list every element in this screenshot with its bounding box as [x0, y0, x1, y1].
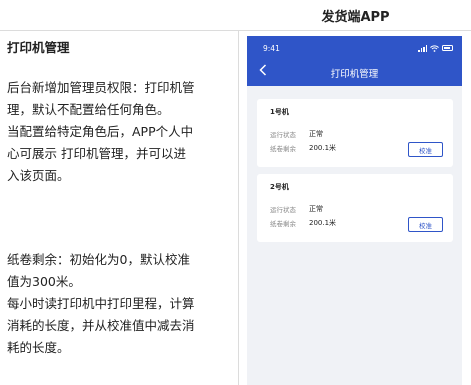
paper-label: 纸卷剩余	[270, 220, 296, 228]
printer-name: 2号机	[270, 183, 289, 191]
status-bar: 9:41	[247, 36, 462, 60]
status-row: 运行状态 正常	[270, 202, 445, 216]
printer-card: 2号机 运行状态 正常 纸卷剩余 200.1米 校准	[257, 174, 453, 242]
spec-line: 理，默认不配置给任何角色。	[7, 102, 170, 117]
paper-value: 200.1米	[309, 219, 337, 227]
page-title: 打印机管理	[330, 69, 379, 80]
paper-value: 200.1米	[309, 144, 337, 152]
column-divider	[238, 30, 239, 385]
status-value: 正常	[309, 130, 323, 138]
calibrate-button[interactable]: 校准	[408, 142, 443, 157]
spec-line: 值为300米。	[7, 274, 81, 289]
spec-line: 每小时读打印机中打印里程，计算	[7, 296, 195, 311]
status-row: 运行状态 正常	[270, 127, 445, 141]
chevron-left-icon[interactable]	[259, 64, 267, 80]
calibrate-button[interactable]: 校准	[408, 217, 443, 232]
spec-line: 后台新增加管理员权限：打印机管	[7, 80, 195, 95]
spec-line: 入该页面。	[7, 168, 70, 183]
status-label: 运行状态	[270, 131, 296, 139]
status-icons	[418, 44, 453, 52]
paper-label: 纸卷剩余	[270, 145, 296, 153]
status-time: 9:41	[263, 43, 280, 53]
spec-line: 心可展示 打印机管理，并可以进	[7, 146, 186, 161]
spec-line: 当配置给特定角色后，APP个人中	[7, 124, 194, 139]
printer-name: 1号机	[270, 108, 289, 116]
spec-line: 消耗的长度，并从校准值中减去消	[7, 318, 195, 333]
phone-mockup: 9:41 打印机管理 1号机 运行状态 正常 纸卷剩余 200.1米 校准 2号…	[247, 36, 462, 385]
spec-title: 打印机管理	[7, 40, 70, 55]
status-value: 正常	[309, 205, 323, 213]
spec-line: 纸卷剩余：初始化为0，默认校准	[7, 252, 190, 267]
spec-panel: 打印机管理 后台新增加管理员权限：打印机管 理，默认不配置给任何角色。 当配置给…	[0, 31, 238, 385]
wifi-icon	[430, 44, 439, 52]
signal-icon	[418, 44, 427, 52]
nav-bar: 打印机管理	[247, 60, 462, 86]
battery-icon	[442, 45, 453, 51]
printer-card: 1号机 运行状态 正常 纸卷剩余 200.1米 校准	[257, 99, 453, 167]
status-label: 运行状态	[270, 206, 296, 214]
spec-line: 耗的长度。	[7, 340, 70, 355]
column-header-app: 发货端APP	[240, 0, 471, 30]
